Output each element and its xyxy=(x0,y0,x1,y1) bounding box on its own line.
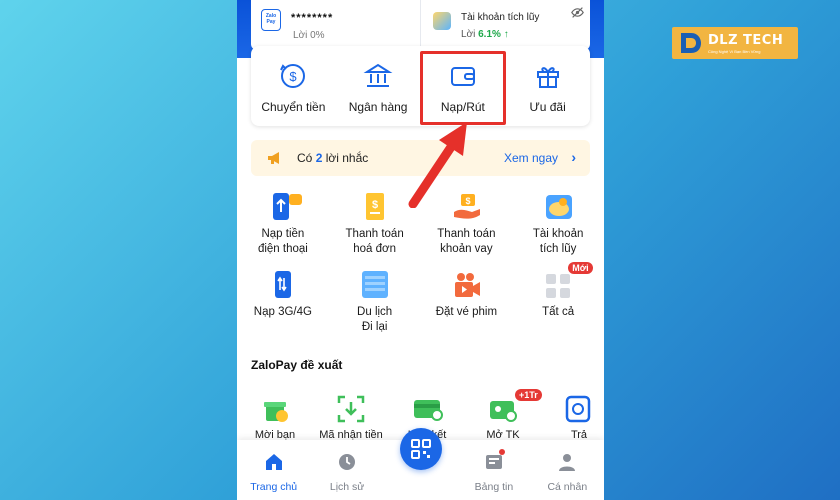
savings-rate: Lời 6.1% ↑ xyxy=(461,29,509,40)
savings-icon xyxy=(433,12,451,30)
new-badge: Mới xyxy=(568,262,593,274)
service-phone-topup[interactable]: Nạp tiền điện thoại xyxy=(237,192,329,270)
service-label: Tài khoản tích lũy xyxy=(532,228,584,255)
qr-scan-button[interactable] xyxy=(399,428,442,470)
news-icon xyxy=(485,455,502,469)
suggestion-invite[interactable]: Mời bạn xyxy=(237,394,313,441)
brand-name: DLZ TECH xyxy=(708,33,784,48)
suggestion-pay[interactable]: Trả xyxy=(541,394,604,441)
service-label: Tất cả xyxy=(542,306,575,318)
bottom-tab-bar: Trang chủ Lịch sử Bảng tin Cá nhân xyxy=(237,428,604,500)
tab-label: Trang chủ xyxy=(250,481,298,493)
brand-watermark: DLZ TECH Công Nghệ Vì Bạn Bền Vững xyxy=(672,27,798,59)
chevron-right-icon[interactable]: › xyxy=(571,149,576,165)
reminder-text: Có 2 lời nhắc xyxy=(297,151,369,165)
section-title: ZaloPay đề xuất xyxy=(251,358,343,372)
gift-coin-icon xyxy=(260,394,290,424)
card-link-icon xyxy=(412,394,443,424)
tab-label: Bảng tin xyxy=(474,481,514,493)
service-label: Thanh toán hoá đơn xyxy=(345,228,404,255)
savings-account[interactable]: Tài khoản tích lũy Lời 6.1% ↑ xyxy=(420,0,590,50)
megaphone-icon xyxy=(267,151,283,168)
tab-history[interactable]: Lịch sử xyxy=(310,440,383,500)
suggestion-open-account[interactable]: +1Tr Mở TK xyxy=(465,389,542,441)
highlight-box xyxy=(420,51,506,125)
tab-home[interactable]: Trang chủ xyxy=(237,440,310,500)
service-mobile-data[interactable]: Nạp 3G/4G xyxy=(237,270,329,348)
qr-receive-icon xyxy=(336,394,366,424)
view-now-link[interactable]: Xem ngay xyxy=(504,151,558,165)
eye-off-icon[interactable] xyxy=(571,6,584,22)
service-travel[interactable]: Du lịch Đi lại xyxy=(329,270,421,348)
wallet-balance[interactable]: Zalo Pay ******** Lời 0% xyxy=(251,0,420,50)
tab-label: Cá nhân xyxy=(547,481,588,493)
savings-title: Tài khoản tích lũy xyxy=(461,12,540,23)
pointer-arrow-icon xyxy=(408,122,467,208)
history-icon xyxy=(339,454,356,470)
mobile-data-icon xyxy=(269,270,297,300)
phone-topup-icon xyxy=(269,192,302,222)
quick-transfer[interactable]: $ Chuyển tiền xyxy=(251,46,336,126)
grid-icon xyxy=(544,270,572,300)
account-card[interactable]: Zalo Pay ******** Lời 0% Tài khoản tích l… xyxy=(251,0,590,50)
brand-logo-icon xyxy=(681,33,701,53)
gift-icon xyxy=(536,67,559,88)
masked-balance: ******** xyxy=(291,12,334,24)
service-label: Nạp 3G/4G xyxy=(253,306,312,318)
tab-qr-scan[interactable] xyxy=(384,428,457,500)
service-label: Nạp tiền điện thoại xyxy=(257,228,308,255)
quick-label: Chuyển tiền xyxy=(261,100,326,114)
quick-label: Ưu đãi xyxy=(529,100,566,114)
quick-label: Ngân hàng xyxy=(348,100,408,114)
transfer-icon: $ xyxy=(280,64,306,88)
services-grid: Nạp tiền điện thoại $ Thanh toán hoá đơn $… xyxy=(237,192,604,348)
suggestion-receive-code[interactable]: Mã nhận tiền xyxy=(313,394,389,441)
tab-profile[interactable]: Cá nhân xyxy=(531,440,604,500)
brand-tagline: Công Nghệ Vì Bạn Bền Vững xyxy=(708,49,761,54)
zalopay-logo: Zalo Pay xyxy=(261,9,281,31)
service-label: Thanh toán khoản vay xyxy=(437,228,496,255)
service-movie-tickets[interactable]: Đặt vé phim xyxy=(421,270,513,348)
qr-scan-icon xyxy=(410,439,431,459)
home-icon xyxy=(265,454,282,470)
bill-icon: $ xyxy=(361,192,389,222)
service-all[interactable]: Mới Tất cả xyxy=(512,262,604,348)
clock-icon xyxy=(564,394,594,424)
bonus-badge: +1Tr xyxy=(515,389,542,401)
quick-bank[interactable]: Ngân hàng xyxy=(336,46,421,126)
service-label: Du lịch Đi lại xyxy=(357,306,393,333)
tab-news[interactable]: Bảng tin xyxy=(457,440,530,500)
travel-icon xyxy=(361,270,389,300)
movie-icon xyxy=(452,270,481,300)
open-account-icon xyxy=(488,394,518,424)
tab-label: Lịch sử xyxy=(329,481,365,493)
notification-dot xyxy=(499,449,506,455)
profile-icon xyxy=(559,454,576,471)
bank-icon xyxy=(363,63,393,87)
service-label: Đặt vé phim xyxy=(435,306,498,318)
quick-offers[interactable]: Ưu đãi xyxy=(505,46,590,126)
service-savings[interactable]: Tài khoản tích lũy xyxy=(512,192,604,270)
svg-text:$: $ xyxy=(290,69,298,84)
interest-rate: Lời 0% xyxy=(293,30,325,41)
savings-icon xyxy=(544,192,573,222)
svg-text:$: $ xyxy=(372,199,378,211)
